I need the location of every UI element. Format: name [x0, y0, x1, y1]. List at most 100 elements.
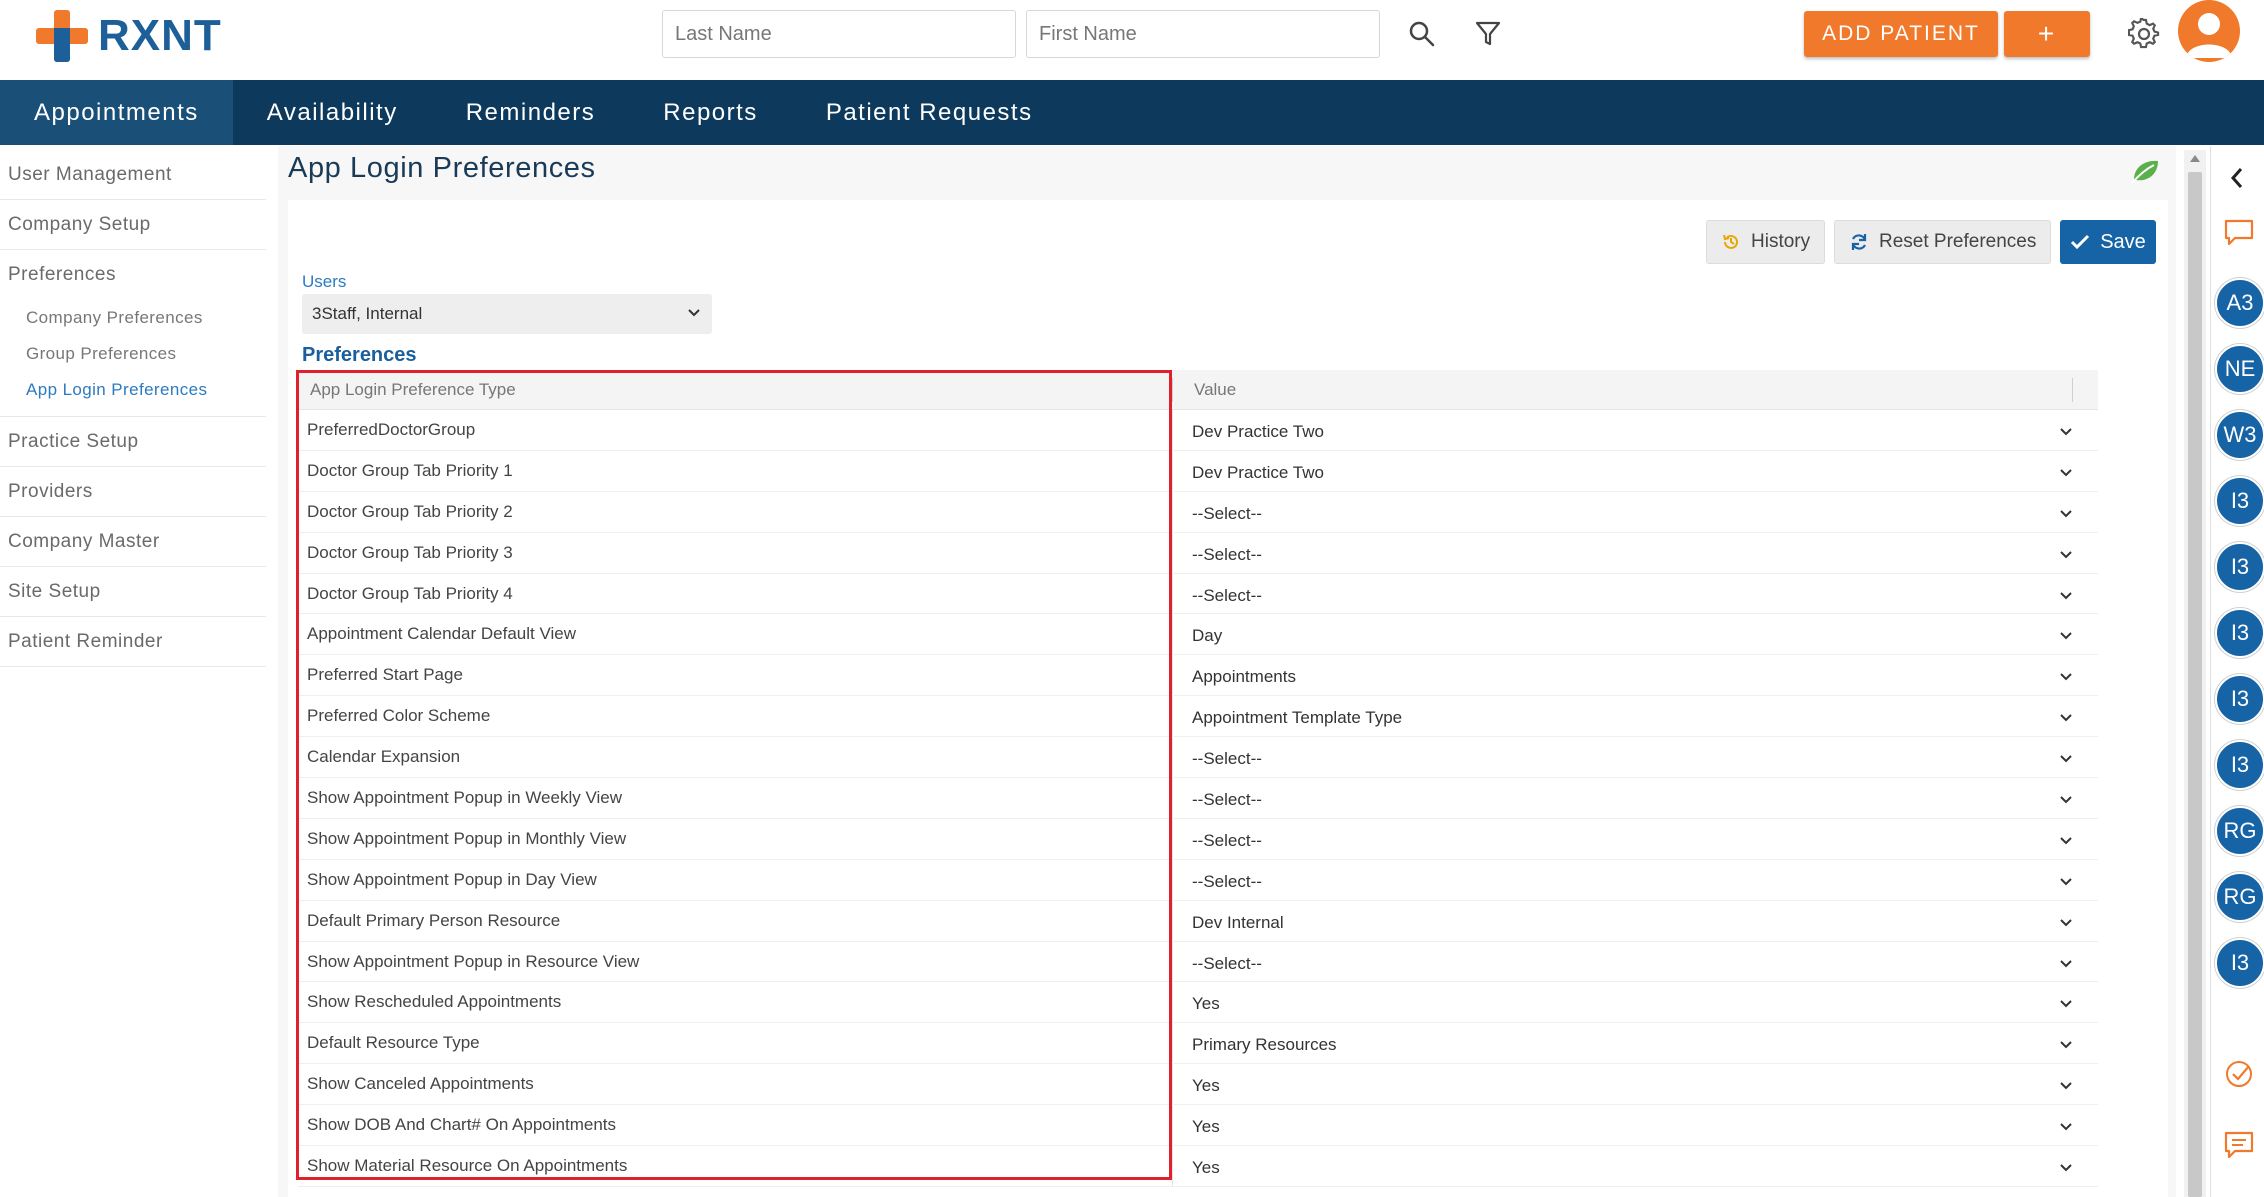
nav-patient-requests[interactable]: Patient Requests	[792, 80, 1067, 145]
leaf-icon	[2130, 158, 2160, 189]
chat-icon[interactable]	[2223, 218, 2255, 248]
preference-type-cell: Show Material Resource On Appointments	[307, 1156, 628, 1176]
col-divider	[1172, 1064, 1173, 1105]
preference-type-cell: Doctor Group Tab Priority 1	[307, 460, 513, 480]
scroll-up-icon[interactable]	[2190, 154, 2200, 162]
preference-value: Appointments	[1192, 667, 1296, 687]
nav-reports[interactable]: Reports	[629, 80, 792, 145]
sidebar-item-company-master[interactable]: Company Master	[0, 517, 266, 567]
preference-value-select[interactable]: --Select--	[1192, 819, 2074, 859]
users-selected-value: 3Staff, Internal	[312, 304, 423, 323]
preference-value-select[interactable]: --Select--	[1192, 860, 2074, 900]
col-divider	[1172, 614, 1173, 655]
preference-value-select[interactable]: Yes	[1192, 1146, 2074, 1186]
rail-avatar[interactable]: W3	[2215, 410, 2264, 460]
preference-value-select[interactable]: --Select--	[1192, 492, 2074, 532]
preference-value-select[interactable]: --Select--	[1192, 737, 2074, 777]
preference-value-select[interactable]: Yes	[1192, 982, 2074, 1022]
sidebar-group-preferences: Preferences Company Preferences Group Pr…	[0, 250, 266, 417]
user-avatar[interactable]	[2178, 0, 2240, 62]
sidebar-sub-group-preferences[interactable]: Group Preferences	[0, 336, 266, 372]
sidebar-sub-app-login-preferences[interactable]: App Login Preferences	[0, 372, 266, 408]
preference-value-select[interactable]: --Select--	[1192, 942, 2074, 982]
nav-reminders[interactable]: Reminders	[432, 80, 630, 145]
preference-type-cell: Show Appointment Popup in Monthly View	[307, 828, 627, 848]
col-divider	[1172, 532, 1173, 573]
rail-avatar[interactable]: I3	[2215, 674, 2264, 724]
sidebar-sub-company-preferences[interactable]: Company Preferences	[0, 300, 266, 336]
col-divider	[1172, 818, 1173, 859]
preference-value: --Select--	[1192, 790, 1262, 810]
page-scrollbar[interactable]	[2184, 150, 2206, 1197]
add-button[interactable]: +	[2004, 11, 2090, 57]
history-icon	[1723, 234, 1738, 249]
rail-avatar[interactable]: A3	[2215, 278, 2264, 328]
preference-value-select[interactable]: Dev Internal	[1192, 901, 2074, 941]
first-name-input[interactable]	[1026, 10, 1380, 58]
sidebar-item-site-setup[interactable]: Site Setup	[0, 567, 266, 617]
scroll-thumb[interactable]	[2188, 172, 2202, 1197]
preference-value: Dev Internal	[1192, 912, 1284, 932]
preference-type-cell: Doctor Group Tab Priority 3	[307, 542, 513, 562]
users-select[interactable]: 3Staff, Internal	[302, 294, 712, 334]
reset-preferences-label: Reset Preferences	[1879, 231, 2037, 252]
preference-value-select[interactable]: Dev Practice Two	[1192, 451, 2074, 491]
add-patient-button[interactable]: ADD PATIENT	[1804, 11, 1998, 57]
rail-avatar[interactable]: I3	[2215, 476, 2264, 526]
rail-avatar[interactable]: RG	[2215, 872, 2264, 922]
save-label: Save	[2100, 230, 2146, 253]
sidebar-item-user-management[interactable]: User Management	[0, 150, 266, 200]
rail-avatar[interactable]: I3	[2215, 542, 2264, 592]
table-row: Show Appointment Popup in Resource View -…	[298, 941, 2098, 983]
col-divider	[2072, 378, 2073, 402]
sidebar-item-practice-setup[interactable]: Practice Setup	[0, 417, 266, 467]
history-button[interactable]: History	[1706, 220, 1826, 264]
col-divider	[1172, 982, 1173, 1023]
preference-value-select[interactable]: --Select--	[1192, 574, 2074, 614]
preference-value-select[interactable]: Dev Practice Two	[1192, 410, 2074, 450]
chevron-left-icon[interactable]	[2229, 166, 2245, 190]
preference-value-select[interactable]: Primary Resources	[1192, 1023, 2074, 1063]
task-check-icon[interactable]	[2223, 1058, 2255, 1090]
preference-value: Day	[1192, 626, 1223, 646]
rail-avatar[interactable]: I3	[2215, 608, 2264, 658]
rxnt-logo[interactable]: RXNT	[36, 8, 222, 64]
table-row: Preferred Start Page Appointments	[298, 655, 2098, 697]
settings-sidebar: User Management Company Setup Preference…	[0, 150, 270, 667]
rail-avatar[interactable]: NE	[2215, 344, 2264, 394]
gear-icon[interactable]	[2124, 14, 2164, 54]
search-icon[interactable]	[1402, 14, 1442, 54]
sidebar-item-providers[interactable]: Providers	[0, 467, 266, 517]
preference-value-select[interactable]: Appointment Template Type	[1192, 696, 2074, 736]
save-button[interactable]: Save	[2060, 220, 2156, 264]
preference-value-select[interactable]: Yes	[1192, 1064, 2074, 1104]
rail-avatar[interactable]: I3	[2215, 740, 2264, 790]
preference-type-cell: Show Rescheduled Appointments	[307, 992, 562, 1012]
sidebar-item-preferences[interactable]: Preferences	[0, 250, 262, 300]
nav-availability[interactable]: Availability	[233, 80, 432, 145]
preference-value-select[interactable]: --Select--	[1192, 533, 2074, 573]
preference-value: --Select--	[1192, 830, 1262, 850]
preference-value-select[interactable]: --Select--	[1192, 778, 2074, 818]
filter-icon[interactable]	[1468, 14, 1508, 54]
chevron-down-icon	[2060, 1000, 2072, 1008]
rail-avatar[interactable]: RG	[2215, 806, 2264, 856]
nav-appointments[interactable]: Appointments	[0, 80, 233, 145]
col-header-type: App Login Preference Type	[310, 380, 516, 399]
sidebar-item-patient-reminder[interactable]: Patient Reminder	[0, 617, 266, 667]
preference-value: Appointment Template Type	[1192, 708, 1403, 728]
preference-value-select[interactable]: Day	[1192, 614, 2074, 654]
sidebar-item-company-setup[interactable]: Company Setup	[0, 200, 266, 250]
last-name-input[interactable]	[662, 10, 1016, 58]
col-divider	[1172, 737, 1173, 778]
message-icon[interactable]	[2223, 1130, 2255, 1160]
preference-value-select[interactable]: Yes	[1192, 1105, 2074, 1145]
preference-value-select[interactable]: Appointments	[1192, 655, 2074, 695]
rail-avatar[interactable]: I3	[2215, 938, 2264, 988]
preference-type-cell: Show Appointment Popup in Resource View	[307, 951, 640, 971]
reset-preferences-button[interactable]: Reset Preferences	[1834, 220, 2052, 264]
chevron-down-icon	[2060, 591, 2072, 599]
table-row: Doctor Group Tab Priority 1 Dev Practice …	[298, 450, 2098, 492]
col-divider	[1172, 859, 1173, 900]
chevron-down-icon	[2060, 1123, 2072, 1131]
